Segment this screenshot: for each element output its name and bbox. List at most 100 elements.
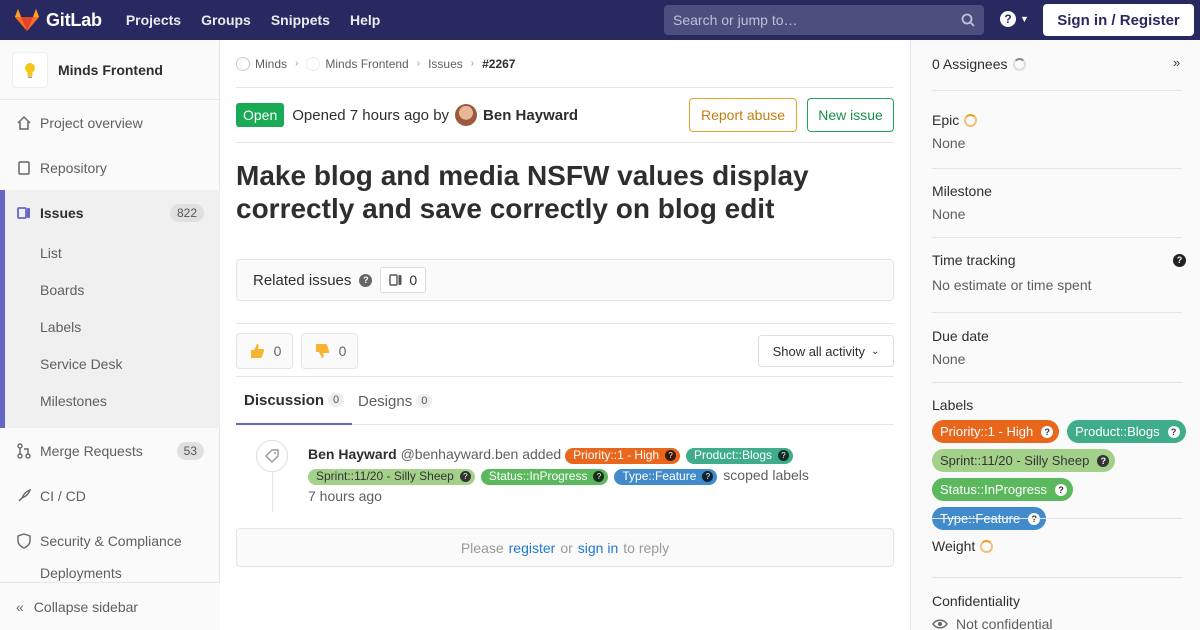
gitlab-logo[interactable]: GitLab	[14, 8, 102, 32]
label-text: Status::InProgress	[488, 469, 588, 483]
breadcrumb: Minds › Minds Frontend › Issues › #2267	[236, 40, 894, 88]
reply-text: or	[560, 539, 573, 556]
collapse-sidebar-button[interactable]: « Collapse sidebar	[0, 582, 220, 630]
nav-snippets[interactable]: Snippets	[271, 12, 330, 28]
breadcrumb-project[interactable]: Minds Frontend	[325, 57, 408, 71]
label-sprint[interactable]: Sprint::11/20 - Silly Sheep?	[308, 468, 475, 485]
nav-groups[interactable]: Groups	[201, 12, 251, 28]
top-navbar: GitLab Projects Groups Snippets Help Sea…	[0, 0, 1200, 40]
note-body: Ben Hayward @benhayward.ben added Priori…	[308, 444, 868, 507]
search-input[interactable]: Search or jump to…	[664, 5, 984, 35]
divider	[932, 237, 1182, 238]
sidebar-item-label: Issues	[40, 204, 84, 221]
weight-title: Weight	[932, 538, 976, 554]
label-status[interactable]: Status::InProgress?	[480, 468, 609, 485]
question-icon[interactable]: ?	[1173, 253, 1186, 267]
register-link[interactable]: register	[509, 540, 556, 556]
issues-icon	[16, 205, 32, 221]
issue-header: Open Opened 7 hours ago by Ben Hayward R…	[236, 88, 894, 143]
sidebar-sub-labels[interactable]: Labels	[40, 319, 81, 335]
label-product[interactable]: Product::Blogs?	[685, 447, 794, 464]
right-sidebar: » 0 Assignees Epic None Milestone None T…	[910, 40, 1200, 630]
rocket-icon	[16, 488, 32, 504]
label-product[interactable]: Product::Blogs?	[1067, 420, 1186, 443]
breadcrumb-issue-id[interactable]: #2267	[482, 57, 515, 71]
divider	[932, 577, 1182, 578]
related-count-value: 0	[409, 272, 418, 288]
status-badge: Open	[236, 103, 285, 127]
author-link[interactable]: Ben Hayward	[483, 107, 578, 124]
issue-main: Minds › Minds Frontend › Issues › #2267 …	[236, 40, 894, 567]
note-handle[interactable]: @benhayward.ben	[401, 446, 519, 462]
related-issues-label: Related issues	[253, 271, 352, 289]
sign-in-button[interactable]: Sign in / Register	[1043, 4, 1194, 36]
chevron-right-icon: ›	[295, 58, 299, 69]
sidebar-item-repository[interactable]: Repository	[0, 145, 220, 190]
divider	[932, 168, 1182, 169]
activity-filter-dropdown[interactable]: Show all activity ⌄	[758, 335, 894, 367]
activity-filter-label: Show all activity	[772, 343, 866, 359]
sidebar-item-deployments[interactable]: Deployments	[0, 563, 220, 583]
sidebar-item-overview[interactable]: Project overview	[0, 100, 220, 145]
chevron-right-icon: ›	[416, 58, 421, 69]
sign-in-link[interactable]: sign in	[578, 540, 618, 556]
report-abuse-button[interactable]: Report abuse	[689, 98, 797, 132]
reply-placeholder: Please register or sign in to reply	[236, 528, 894, 567]
thumbs-up-button[interactable]: 0	[236, 333, 293, 369]
project-avatar	[12, 51, 48, 88]
labels-title: Labels	[932, 397, 974, 413]
label-priority[interactable]: Priority::1 - High?	[932, 420, 1060, 443]
breadcrumb-issues[interactable]: Issues	[428, 57, 463, 71]
tag-icon	[256, 440, 288, 472]
awards-bar: 0 0 Show all activity ⌄	[236, 323, 894, 377]
sidebar-item-issues[interactable]: Issues 822	[0, 190, 220, 235]
sidebar-sub-list[interactable]: List	[40, 245, 62, 261]
label-text: Sprint::11/20 - Silly Sheep	[316, 469, 454, 483]
confidentiality-value: Not confidential	[956, 616, 1053, 630]
due-date-section: Due date None	[932, 328, 1182, 367]
question-icon[interactable]: ?	[359, 273, 373, 287]
thumbs-down-button[interactable]: 0	[301, 333, 358, 369]
sidebar-item-security[interactable]: Security & Compliance	[0, 518, 220, 563]
sidebar-sub-milestones[interactable]: Milestones	[40, 393, 107, 409]
due-date-title: Due date	[932, 328, 989, 344]
sidebar-item-label: Repository	[40, 159, 107, 176]
nav-projects[interactable]: Projects	[126, 12, 181, 28]
milestone-title: Milestone	[932, 183, 992, 199]
new-issue-button[interactable]: New issue	[807, 98, 894, 132]
breadcrumb-group[interactable]: Minds	[255, 57, 287, 71]
project-header[interactable]: Minds Frontend	[0, 40, 219, 100]
note-time[interactable]: 7 hours ago	[308, 488, 382, 504]
sidebar-sub-boards[interactable]: Boards	[40, 282, 84, 298]
label-sprint[interactable]: Sprint::11/20 - Silly Sheep?	[932, 449, 1116, 472]
tab-discussion[interactable]: Discussion 0	[236, 377, 353, 425]
sidebar-item-merge-requests[interactable]: Merge Requests 53	[0, 428, 220, 473]
divider	[932, 382, 1182, 383]
divider	[932, 312, 1182, 313]
related-issues-count[interactable]: 0	[380, 267, 427, 293]
label-status[interactable]: Status::InProgress?	[932, 478, 1073, 501]
loading-spinner-icon	[1012, 57, 1026, 71]
note-suffix: scoped labels	[723, 467, 809, 483]
epic-value: None	[932, 135, 966, 151]
gitlab-tanuki-icon	[15, 9, 39, 31]
help-dropdown[interactable]: ? ▼	[1000, 11, 1029, 27]
search-icon	[961, 13, 975, 27]
label-priority[interactable]: Priority::1 - High?	[565, 447, 681, 464]
question-icon: ?	[593, 471, 605, 482]
due-date-value: None	[932, 351, 966, 367]
time-tracking-title: Time tracking	[932, 252, 1016, 268]
weight-section: Weight	[932, 538, 1182, 554]
tab-designs[interactable]: Designs 0	[358, 377, 433, 425]
label-type[interactable]: Type::Feature?	[614, 468, 718, 485]
sidebar-item-cicd[interactable]: CI / CD	[0, 473, 220, 518]
avatar[interactable]	[455, 104, 478, 126]
sidebar-sub-service-desk[interactable]: Service Desk	[40, 356, 122, 372]
sidebar-item-label: CI / CD	[40, 487, 86, 504]
label-text: Type::Feature	[622, 469, 697, 483]
help-icon: ?	[1000, 11, 1016, 27]
nav-help[interactable]: Help	[350, 12, 380, 28]
note-author[interactable]: Ben Hayward	[308, 446, 397, 462]
assignees-title: 0 Assignees	[932, 56, 1008, 72]
question-icon: ?	[702, 471, 714, 482]
